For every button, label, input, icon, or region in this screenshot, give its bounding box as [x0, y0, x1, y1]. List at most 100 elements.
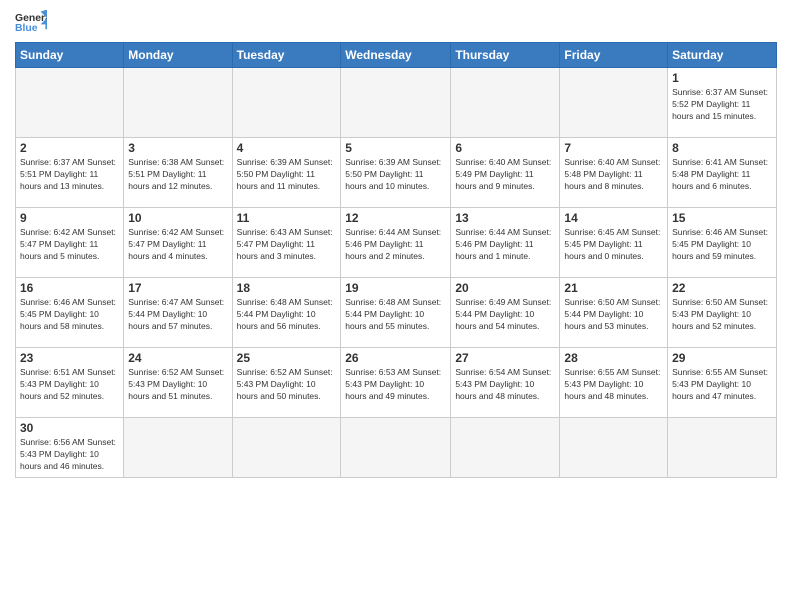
day-info: Sunrise: 6:44 AM Sunset: 5:46 PM Dayligh…	[455, 227, 555, 263]
day-number: 29	[672, 351, 772, 365]
day-info: Sunrise: 6:40 AM Sunset: 5:49 PM Dayligh…	[455, 157, 555, 193]
calendar-cell: 1 Sunrise: 6:37 AM Sunset: 5:52 PM Daylig…	[668, 68, 777, 138]
day-number: 4	[237, 141, 337, 155]
day-number: 16	[20, 281, 119, 295]
day-number: 11	[237, 211, 337, 225]
calendar-cell	[560, 68, 668, 138]
day-info: Sunrise: 6:43 AM Sunset: 5:47 PM Dayligh…	[237, 227, 337, 263]
day-info: Sunrise: 6:53 AM Sunset: 5:43 PM Dayligh…	[345, 367, 446, 403]
calendar-cell	[124, 68, 232, 138]
day-number: 15	[672, 211, 772, 225]
calendar-cell: 5 Sunrise: 6:39 AM Sunset: 5:50 PM Daylig…	[341, 138, 451, 208]
calendar-cell: 14 Sunrise: 6:45 AM Sunset: 5:45 PM Dayli…	[560, 208, 668, 278]
day-number: 18	[237, 281, 337, 295]
calendar-cell: 25 Sunrise: 6:52 AM Sunset: 5:43 PM Dayli…	[232, 348, 341, 418]
day-info: Sunrise: 6:54 AM Sunset: 5:43 PM Dayligh…	[455, 367, 555, 403]
calendar-cell	[451, 418, 560, 478]
day-number: 22	[672, 281, 772, 295]
day-number: 1	[672, 71, 772, 85]
calendar-cell: 26 Sunrise: 6:53 AM Sunset: 5:43 PM Dayli…	[341, 348, 451, 418]
day-number: 2	[20, 141, 119, 155]
calendar-cell: 11 Sunrise: 6:43 AM Sunset: 5:47 PM Dayli…	[232, 208, 341, 278]
calendar-cell	[232, 68, 341, 138]
calendar-cell: 27 Sunrise: 6:54 AM Sunset: 5:43 PM Dayli…	[451, 348, 560, 418]
day-info: Sunrise: 6:44 AM Sunset: 5:46 PM Dayligh…	[345, 227, 446, 263]
day-info: Sunrise: 6:56 AM Sunset: 5:43 PM Dayligh…	[20, 437, 119, 473]
day-info: Sunrise: 6:55 AM Sunset: 5:43 PM Dayligh…	[672, 367, 772, 403]
day-number: 27	[455, 351, 555, 365]
weekday-header: Friday	[560, 43, 668, 68]
calendar-cell: 22 Sunrise: 6:50 AM Sunset: 5:43 PM Dayli…	[668, 278, 777, 348]
day-number: 8	[672, 141, 772, 155]
calendar-cell: 30Sunrise: 6:56 AM Sunset: 5:43 PM Dayli…	[16, 418, 124, 478]
day-info: Sunrise: 6:37 AM Sunset: 5:51 PM Dayligh…	[20, 157, 119, 193]
day-info: Sunrise: 6:41 AM Sunset: 5:48 PM Dayligh…	[672, 157, 772, 193]
day-info: Sunrise: 6:42 AM Sunset: 5:47 PM Dayligh…	[128, 227, 227, 263]
day-number: 13	[455, 211, 555, 225]
day-number: 28	[564, 351, 663, 365]
logo: General Blue	[15, 10, 51, 34]
day-number: 17	[128, 281, 227, 295]
day-number: 25	[237, 351, 337, 365]
day-info: Sunrise: 6:40 AM Sunset: 5:48 PM Dayligh…	[564, 157, 663, 193]
calendar-cell: 4 Sunrise: 6:39 AM Sunset: 5:50 PM Daylig…	[232, 138, 341, 208]
day-info: Sunrise: 6:39 AM Sunset: 5:50 PM Dayligh…	[237, 157, 337, 193]
calendar-table: SundayMondayTuesdayWednesdayThursdayFrid…	[15, 42, 777, 478]
calendar-cell: 12 Sunrise: 6:44 AM Sunset: 5:46 PM Dayli…	[341, 208, 451, 278]
calendar-cell: 6Sunrise: 6:40 AM Sunset: 5:49 PM Daylig…	[451, 138, 560, 208]
calendar-cell: 21 Sunrise: 6:50 AM Sunset: 5:44 PM Dayli…	[560, 278, 668, 348]
day-number: 12	[345, 211, 446, 225]
calendar-cell	[668, 418, 777, 478]
day-info: Sunrise: 6:55 AM Sunset: 5:43 PM Dayligh…	[564, 367, 663, 403]
day-info: Sunrise: 6:45 AM Sunset: 5:45 PM Dayligh…	[564, 227, 663, 263]
day-info: Sunrise: 6:46 AM Sunset: 5:45 PM Dayligh…	[20, 297, 119, 333]
day-number: 3	[128, 141, 227, 155]
day-info: Sunrise: 6:50 AM Sunset: 5:43 PM Dayligh…	[672, 297, 772, 333]
calendar-cell: 15 Sunrise: 6:46 AM Sunset: 5:45 PM Dayli…	[668, 208, 777, 278]
day-info: Sunrise: 6:48 AM Sunset: 5:44 PM Dayligh…	[237, 297, 337, 333]
calendar-cell	[341, 418, 451, 478]
calendar-cell: 7 Sunrise: 6:40 AM Sunset: 5:48 PM Daylig…	[560, 138, 668, 208]
calendar-cell	[232, 418, 341, 478]
calendar-cell: 2 Sunrise: 6:37 AM Sunset: 5:51 PM Daylig…	[16, 138, 124, 208]
weekday-header: Thursday	[451, 43, 560, 68]
calendar-cell: 23 Sunrise: 6:51 AM Sunset: 5:43 PM Dayli…	[16, 348, 124, 418]
day-info: Sunrise: 6:52 AM Sunset: 5:43 PM Dayligh…	[237, 367, 337, 403]
day-number: 5	[345, 141, 446, 155]
weekday-header: Wednesday	[341, 43, 451, 68]
logo-icon: General Blue	[15, 10, 47, 34]
calendar-cell	[560, 418, 668, 478]
weekday-header: Monday	[124, 43, 232, 68]
calendar-cell	[451, 68, 560, 138]
day-info: Sunrise: 6:37 AM Sunset: 5:52 PM Dayligh…	[672, 87, 772, 123]
day-info: Sunrise: 6:51 AM Sunset: 5:43 PM Dayligh…	[20, 367, 119, 403]
calendar-cell	[124, 418, 232, 478]
day-number: 9	[20, 211, 119, 225]
day-info: Sunrise: 6:48 AM Sunset: 5:44 PM Dayligh…	[345, 297, 446, 333]
day-info: Sunrise: 6:50 AM Sunset: 5:44 PM Dayligh…	[564, 297, 663, 333]
page-header: General Blue	[15, 10, 777, 34]
day-info: Sunrise: 6:52 AM Sunset: 5:43 PM Dayligh…	[128, 367, 227, 403]
weekday-header: Sunday	[16, 43, 124, 68]
calendar-cell: 10Sunrise: 6:42 AM Sunset: 5:47 PM Dayli…	[124, 208, 232, 278]
day-info: Sunrise: 6:49 AM Sunset: 5:44 PM Dayligh…	[455, 297, 555, 333]
day-number: 20	[455, 281, 555, 295]
day-info: Sunrise: 6:46 AM Sunset: 5:45 PM Dayligh…	[672, 227, 772, 263]
weekday-header: Tuesday	[232, 43, 341, 68]
calendar-cell: 3 Sunrise: 6:38 AM Sunset: 5:51 PM Daylig…	[124, 138, 232, 208]
day-number: 24	[128, 351, 227, 365]
calendar-cell	[16, 68, 124, 138]
day-number: 7	[564, 141, 663, 155]
day-info: Sunrise: 6:38 AM Sunset: 5:51 PM Dayligh…	[128, 157, 227, 193]
day-number: 26	[345, 351, 446, 365]
day-info: Sunrise: 6:39 AM Sunset: 5:50 PM Dayligh…	[345, 157, 446, 193]
day-info: Sunrise: 6:47 AM Sunset: 5:44 PM Dayligh…	[128, 297, 227, 333]
day-info: Sunrise: 6:42 AM Sunset: 5:47 PM Dayligh…	[20, 227, 119, 263]
day-number: 21	[564, 281, 663, 295]
calendar-cell: 20 Sunrise: 6:49 AM Sunset: 5:44 PM Dayli…	[451, 278, 560, 348]
day-number: 14	[564, 211, 663, 225]
day-number: 23	[20, 351, 119, 365]
calendar-cell: 18 Sunrise: 6:48 AM Sunset: 5:44 PM Dayli…	[232, 278, 341, 348]
calendar-cell: 17 Sunrise: 6:47 AM Sunset: 5:44 PM Dayli…	[124, 278, 232, 348]
weekday-header: Saturday	[668, 43, 777, 68]
